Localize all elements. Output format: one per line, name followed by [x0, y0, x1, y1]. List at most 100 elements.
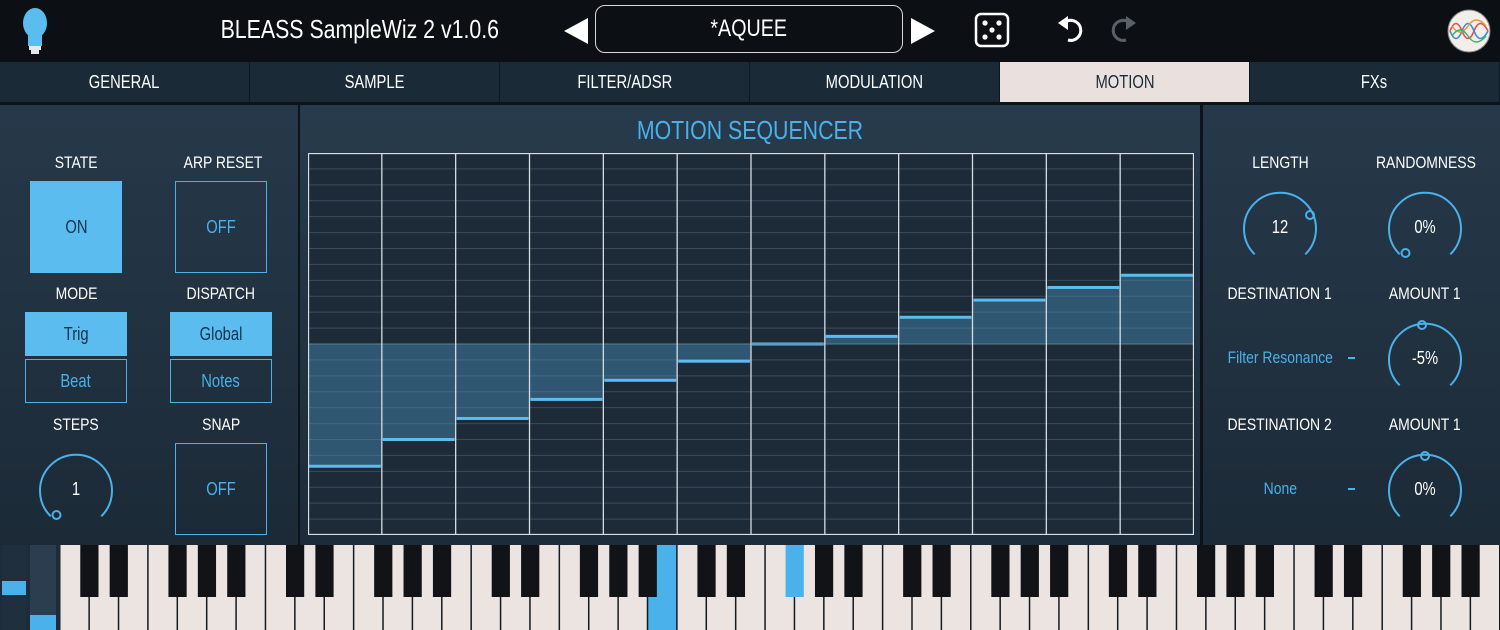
- mod-wheel[interactable]: [30, 545, 56, 630]
- black-key[interactable]: [579, 545, 599, 597]
- amount1-label: AMOUNT 1: [1389, 284, 1461, 303]
- tab-fxs[interactable]: FXs: [1250, 62, 1500, 102]
- lightbulb-logo-icon: [23, 8, 47, 54]
- sequencer-step-level[interactable]: [604, 378, 677, 382]
- black-key[interactable]: [903, 545, 922, 597]
- sequencer-step-bar[interactable]: [677, 344, 751, 362]
- black-key[interactable]: [638, 545, 657, 597]
- black-key[interactable]: [991, 545, 1010, 597]
- sequencer-step-level[interactable]: [899, 315, 972, 319]
- undo-icon[interactable]: [1056, 12, 1086, 44]
- black-key[interactable]: [1461, 545, 1480, 597]
- sequencer-step-bar[interactable]: [972, 300, 1047, 344]
- black-key[interactable]: [1402, 545, 1421, 597]
- destination1-selector[interactable]: Filter Resonance: [1215, 348, 1345, 368]
- black-key[interactable]: [1050, 545, 1069, 597]
- black-key[interactable]: [1138, 545, 1157, 597]
- preset-name-display[interactable]: *AQUEE: [595, 5, 903, 53]
- black-key[interactable]: [1314, 545, 1333, 597]
- tab-general[interactable]: GENERAL: [0, 62, 250, 102]
- black-key[interactable]: [1108, 545, 1128, 597]
- black-key[interactable]: [315, 545, 334, 597]
- amount1-knob[interactable]: -5%: [1377, 312, 1473, 408]
- black-key[interactable]: [785, 545, 804, 597]
- tab-motion[interactable]: MOTION: [1000, 62, 1250, 102]
- sequencer-step-level[interactable]: [530, 397, 603, 401]
- mode-beat-button[interactable]: Beat: [25, 359, 127, 403]
- sequencer-step-level[interactable]: [1047, 285, 1120, 289]
- destination2-dash: [1348, 488, 1355, 490]
- black-key[interactable]: [521, 545, 540, 597]
- tab-filter-adsr[interactable]: FILTER/ADSR: [500, 62, 750, 102]
- length-value: 12: [1271, 217, 1289, 237]
- black-key[interactable]: [814, 545, 834, 597]
- black-key[interactable]: [1197, 545, 1216, 597]
- black-key[interactable]: [844, 545, 863, 597]
- redo-icon[interactable]: [1108, 12, 1138, 44]
- black-key[interactable]: [285, 545, 305, 597]
- amount2-knob[interactable]: 0%: [1377, 443, 1473, 539]
- steps-knob[interactable]: 1: [28, 443, 124, 539]
- next-preset-icon[interactable]: [905, 14, 939, 48]
- black-key[interactable]: [168, 545, 187, 597]
- snap-toggle[interactable]: OFF: [175, 443, 267, 535]
- sequencer-step-level[interactable]: [456, 416, 529, 420]
- pitch-wheel[interactable]: [2, 545, 26, 630]
- dice-icon[interactable]: [974, 12, 1010, 48]
- destination1-dash: [1348, 357, 1355, 359]
- sequencer-step-level[interactable]: [1121, 273, 1193, 277]
- waveform-avatar-icon[interactable]: [1446, 8, 1492, 54]
- black-key[interactable]: [403, 545, 422, 597]
- arp-reset-toggle[interactable]: OFF: [175, 181, 267, 273]
- previous-preset-icon[interactable]: [560, 14, 594, 48]
- sequencer-step-level[interactable]: [678, 359, 750, 363]
- snap-label: SNAP: [202, 415, 240, 434]
- dispatch-global-button[interactable]: Global: [170, 312, 272, 356]
- state-toggle[interactable]: ON: [30, 181, 122, 273]
- black-key[interactable]: [432, 545, 452, 597]
- black-key[interactable]: [697, 545, 716, 597]
- sequencer-step-level[interactable]: [309, 464, 381, 468]
- black-key[interactable]: [1226, 545, 1245, 597]
- length-knob[interactable]: 12: [1232, 181, 1328, 277]
- dispatch-notes-button[interactable]: Notes: [170, 359, 272, 403]
- black-key[interactable]: [491, 545, 510, 597]
- sequencer-step-bar[interactable]: [308, 344, 382, 467]
- sequencer-step-bar[interactable]: [1046, 287, 1121, 344]
- piano-keyboard: [0, 545, 1500, 630]
- pitch-wheel-handle[interactable]: [2, 581, 26, 595]
- sequencer-step-level[interactable]: [825, 334, 898, 338]
- randomness-knob[interactable]: 0%: [1377, 181, 1473, 277]
- black-key[interactable]: [374, 545, 393, 597]
- black-key[interactable]: [80, 545, 99, 597]
- sequencer-step-bar[interactable]: [898, 317, 973, 344]
- black-key[interactable]: [227, 545, 246, 597]
- sequencer-step-bar[interactable]: [529, 344, 604, 400]
- black-key[interactable]: [932, 545, 951, 597]
- black-key[interactable]: [609, 545, 628, 597]
- sequencer-step-bar[interactable]: [1120, 275, 1194, 344]
- piano-keys[interactable]: [60, 545, 1500, 630]
- sequencer-step-bar[interactable]: [381, 344, 456, 440]
- motion-sequencer-grid[interactable]: [308, 153, 1194, 535]
- black-key[interactable]: [1343, 545, 1363, 597]
- black-key[interactable]: [1020, 545, 1039, 597]
- mode-trig-button[interactable]: Trig: [25, 312, 127, 356]
- amount1-value: -5%: [1411, 348, 1439, 368]
- tab-sample[interactable]: SAMPLE: [250, 62, 500, 102]
- black-key[interactable]: [197, 545, 217, 597]
- black-key[interactable]: [726, 545, 746, 597]
- sequencer-step-bar[interactable]: [455, 344, 530, 419]
- tab-modulation[interactable]: MODULATION: [750, 62, 1000, 102]
- destination2-label: DESTINATION 2: [1227, 415, 1333, 434]
- black-key[interactable]: [1255, 545, 1275, 597]
- black-key[interactable]: [109, 545, 128, 597]
- black-key[interactable]: [1432, 545, 1451, 597]
- state-label: STATE: [54, 153, 98, 172]
- sequencer-step-bar[interactable]: [603, 344, 678, 381]
- sequencer-step-level[interactable]: [382, 438, 455, 441]
- mod-wheel-handle[interactable]: [30, 615, 56, 630]
- pitch-mod-wheels[interactable]: [0, 545, 60, 630]
- sequencer-step-level[interactable]: [973, 298, 1046, 302]
- destination2-selector[interactable]: None: [1215, 479, 1345, 499]
